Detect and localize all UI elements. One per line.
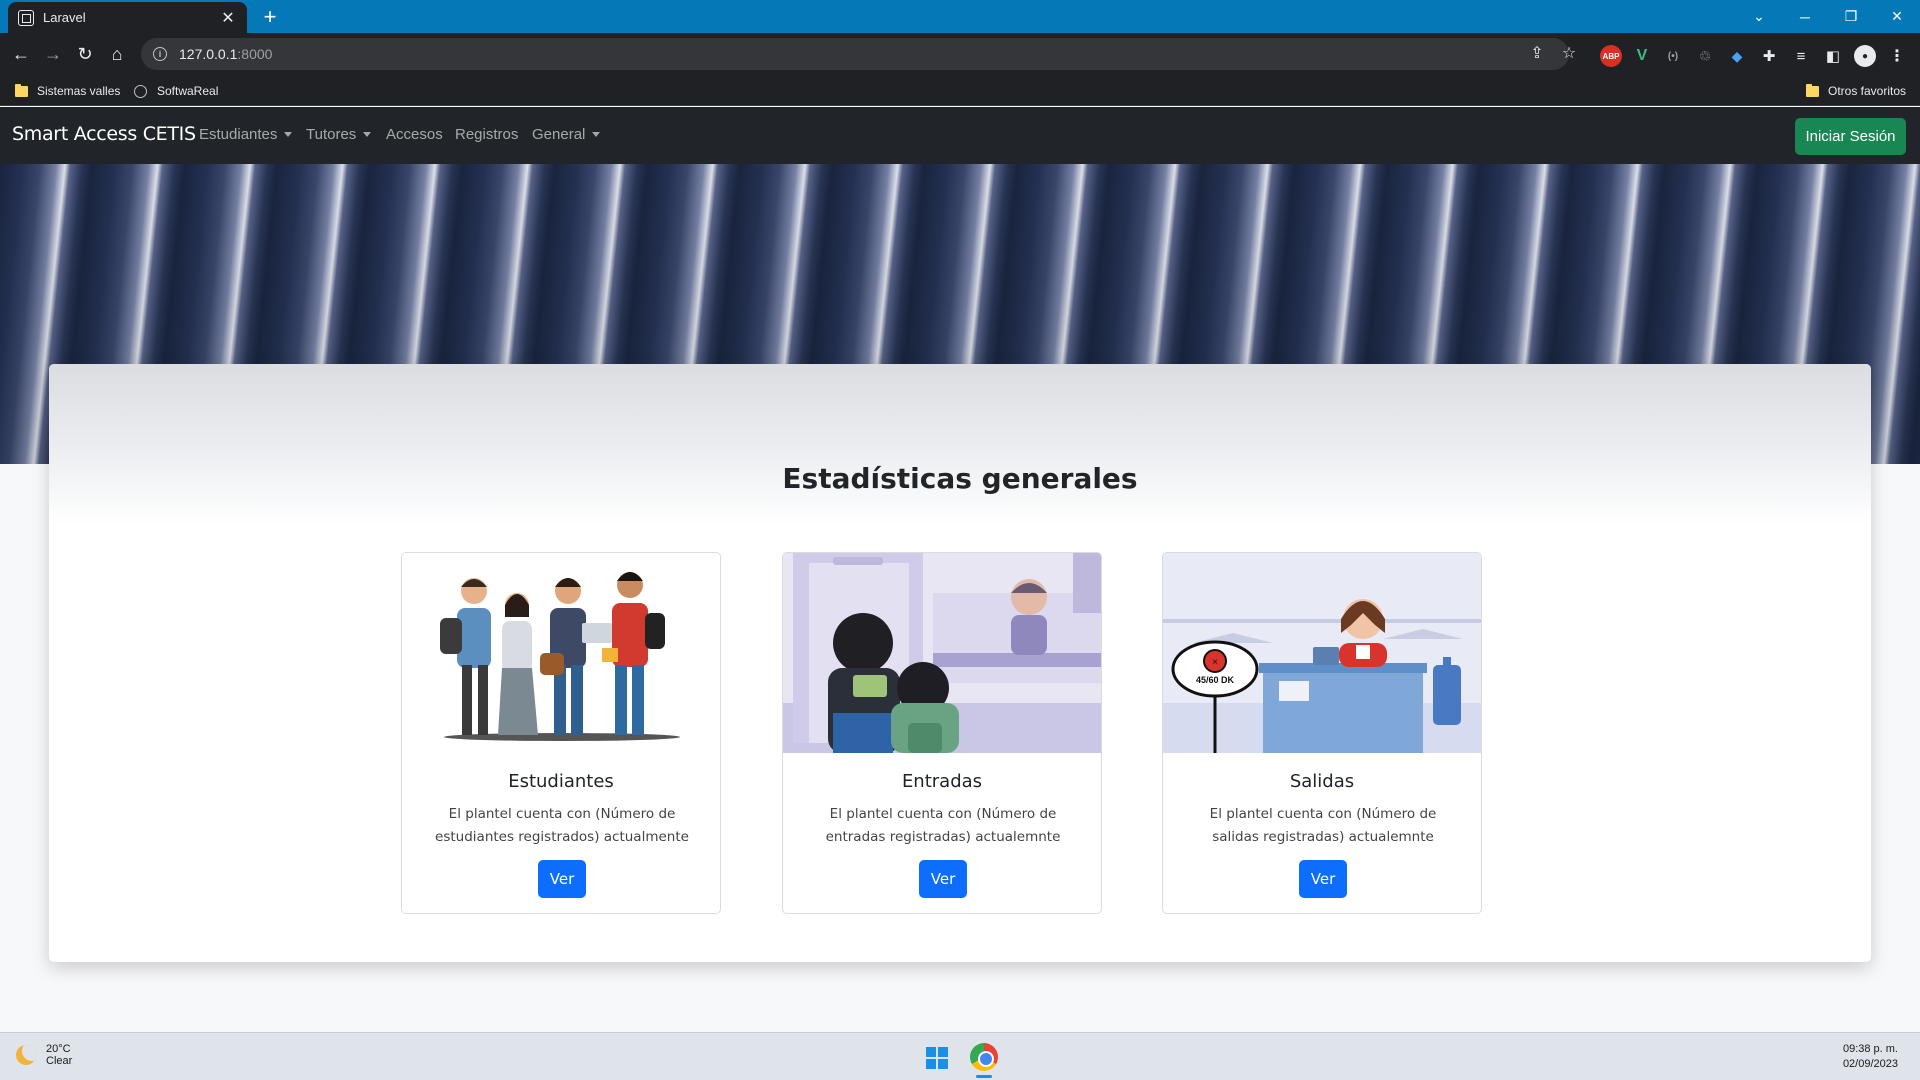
clock-date: 02/09/2023 [1842,1058,1898,1070]
back-icon[interactable]: ← [8,41,34,67]
share-icon[interactable]: ⇪ [1525,41,1549,65]
recycle-extension-icon[interactable]: ♲ [1694,45,1716,67]
caret-down-icon [284,132,293,137]
card-title: Entradas [901,771,983,792]
nav-label: General [532,126,586,143]
dropbox-extension-icon[interactable]: ◆ [1726,45,1748,67]
entrance-illustration [783,553,1101,753]
url-port: :8000 [237,46,273,62]
laravel-favicon-icon [18,9,34,26]
browser-tab[interactable]: Laravel ✕ [8,2,247,33]
brand-link[interactable]: Smart Access CETIS [12,123,196,145]
nav-general-dropdown[interactable]: General [532,126,601,143]
svg-text:×: × [1212,657,1218,668]
nav-label: Registros [455,126,519,143]
minimize-button[interactable]: ─ [1782,0,1828,33]
site-info-icon[interactable]: i [153,47,167,61]
weather-temperature: 20°C [46,1043,71,1055]
clock-time: 09:38 p. m. [1842,1043,1898,1055]
profile-avatar[interactable]: ● [1854,45,1876,67]
caret-down-icon [363,132,372,137]
login-button[interactable]: Iniciar Sesión [1795,118,1906,155]
side-panel-icon[interactable]: ◧ [1822,45,1844,67]
nav-label: Estudiantes [199,126,278,143]
bookmark-sistemas-valles[interactable]: Sistemas valles [15,82,120,100]
forward-icon[interactable]: → [40,41,66,67]
nav-estudiantes-dropdown[interactable]: Estudiantes [199,126,293,143]
sign-label: 45/60 DK [1196,675,1235,685]
bookmark-star-icon[interactable]: ☆ [1557,41,1581,65]
card-description: El plantel cuenta con (Número de estudia… [435,806,689,845]
bookmark-label: Sistemas valles [37,84,121,98]
tab-title: Laravel [43,10,86,25]
exits-card: × 45/60 DK Salidas El plantel cuenta con… [1162,552,1482,914]
view-students-button[interactable]: Ver [538,860,586,898]
view-exits-button[interactable]: Ver [1299,860,1347,898]
other-bookmarks-label: Otros favoritos [1828,84,1907,98]
bookmarks-bar: Sistemas valles SoftwaReal Otros favorit… [0,76,1920,106]
other-bookmarks[interactable]: Otros favoritos [1806,82,1906,100]
globe-icon [134,84,147,98]
weather-widget[interactable]: 20°C Clear [16,1043,72,1067]
close-tab-icon[interactable]: ✕ [219,8,237,28]
nav-accesos[interactable]: Accesos [386,126,443,143]
weather-condition: Clear [46,1055,73,1067]
stats-header-gradient [49,364,1871,524]
home-icon[interactable]: ⌂ [104,41,130,67]
extensions-puzzle-icon[interactable]: ✚ [1758,45,1780,67]
windows-start-icon[interactable] [926,1047,948,1069]
chrome-taskbar-icon[interactable] [970,1043,998,1071]
close-window-button[interactable]: ✕ [1874,0,1920,33]
address-bar[interactable]: i 127.0.0.1:8000 [141,38,1569,70]
vue-devtools-icon[interactable]: V [1631,45,1653,67]
students-card: Estudiantes El plantel cuenta con (Númer… [401,552,721,914]
caret-down-icon [592,132,601,137]
view-entries-button[interactable]: Ver [919,860,967,898]
system-clock[interactable]: 09:38 p. m. 02/09/2023 [1843,1042,1898,1072]
nav-label: Accesos [386,126,443,143]
checkout-illustration: × 45/60 DK [1163,553,1481,753]
page-title: Estadísticas generales [782,462,1138,495]
bookmark-label: SoftwaReal [157,84,219,98]
folder-icon [15,83,28,97]
bookmark-softwareal[interactable]: SoftwaReal [134,82,218,100]
nav-label: Tutores [306,126,357,143]
nav-registros[interactable]: Registros [455,126,518,143]
stats-container: Estadísticas generales Estudiantes El pl… [49,364,1871,962]
windows-taskbar: 20°C Clear 09:38 p. m. 02/09/2023 [0,1032,1920,1080]
card-title: Salidas [1289,771,1355,792]
reload-icon[interactable]: ↻ [72,41,98,67]
moon-icon [16,1045,36,1065]
tab-search-icon[interactable]: ⌄ [1736,0,1782,33]
folder-icon [1806,83,1819,97]
card-title: Estudiantes [508,771,614,792]
new-tab-button[interactable]: + [258,4,282,30]
restore-button[interactable]: ❐ [1828,0,1874,33]
students-illustration [402,553,720,753]
browser-tab-strip: Laravel ✕ + ⌄ ─ ❐ ✕ [0,0,1920,33]
reading-list-icon[interactable]: ≡ [1790,45,1812,67]
chrome-menu-icon[interactable]: ⋮ [1886,45,1908,67]
adblock-plus-icon[interactable]: ABP [1600,45,1622,67]
url-host: 127.0.0.1 [179,46,238,62]
extension-signal-icon[interactable]: (•) [1662,45,1684,67]
app-navbar: Smart Access CETIS Estudiantes Tutores A… [0,107,1920,164]
nav-tutores-dropdown[interactable]: Tutores [306,126,372,143]
entries-card: Entradas El plantel cuenta con (Número d… [782,552,1102,914]
card-description: El plantel cuenta con (Número de entrada… [825,806,1061,845]
active-app-indicator [976,1075,992,1078]
card-description: El plantel cuenta con (Número de salidas… [1209,806,1437,845]
